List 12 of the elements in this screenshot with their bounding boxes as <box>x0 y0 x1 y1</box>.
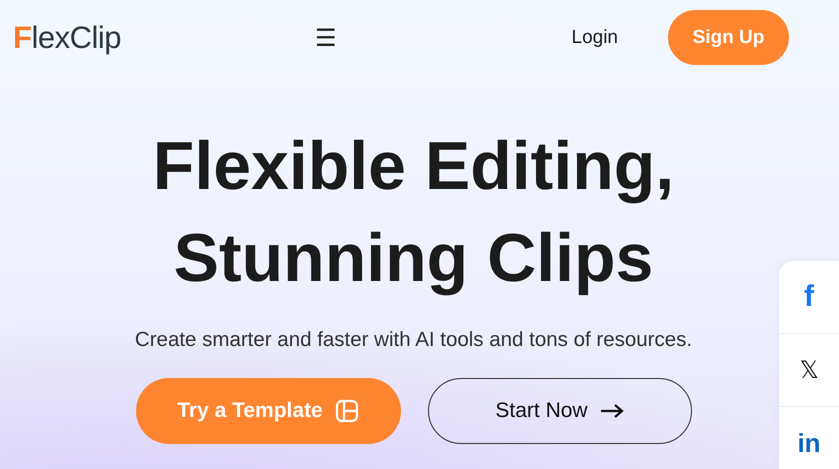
headline: Stunning Clips <box>172 219 654 298</box>
login-button[interactable]: Login <box>566 26 624 50</box>
arrow-icon <box>600 403 624 419</box>
share-button[interactable]: f <box>779 261 839 334</box>
share-button[interactable]: 𝕏 <box>779 334 839 407</box>
layout-icon <box>334 399 359 423</box>
share-button[interactable]: in <box>779 407 839 469</box>
menu-button[interactable]: ☰ <box>314 24 336 52</box>
start-button[interactable]: Start Now <box>428 378 692 444</box>
logo[interactable]: FlexClip <box>13 20 121 56</box>
subtitle: Create smarter and faster with AI tools and tons of resources. <box>134 328 692 352</box>
headline: Flexible Editing, <box>152 127 674 206</box>
